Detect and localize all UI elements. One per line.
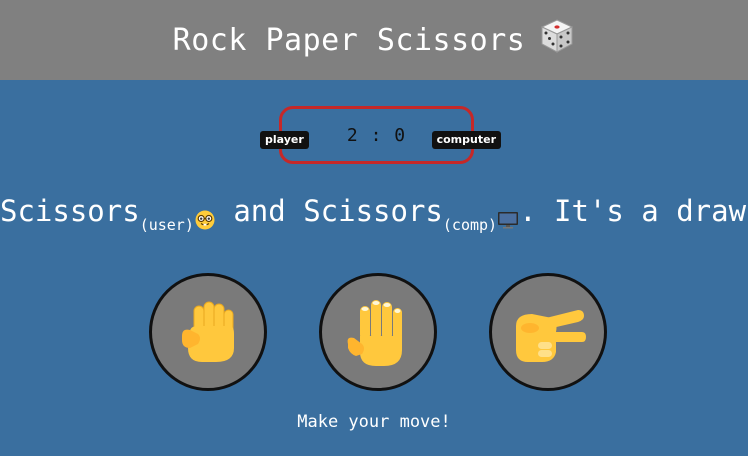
rock-button[interactable] — [149, 273, 267, 391]
nerd-face-icon — [194, 203, 216, 230]
paper-button[interactable] — [319, 273, 437, 391]
move-prompt: Make your move! — [297, 412, 451, 432]
app-title: Rock Paper Scissors — [172, 22, 526, 58]
app-header: Rock Paper Scissors — [0, 0, 748, 80]
result-message: Scissors(user) and Scissors(comp). It's … — [0, 194, 748, 234]
computer-badge: computer — [431, 131, 501, 149]
user-choice-text: Scissors — [0, 194, 140, 228]
scissors-button[interactable] — [489, 273, 607, 391]
comp-choice-text: Scissors — [303, 194, 443, 228]
user-tag: (user) — [139, 216, 194, 234]
scoreboard: player 2 : 0 computer — [260, 106, 501, 164]
comp-tag: (comp) — [442, 216, 498, 234]
connector-text: and — [233, 194, 286, 228]
dice-icon — [539, 18, 575, 54]
scissors-hand-icon — [516, 310, 586, 362]
desktop-computer-icon — [497, 203, 519, 229]
outcome-text: . It's a draw. — [519, 194, 748, 228]
fist-icon — [182, 301, 234, 362]
open-hand-icon — [347, 300, 402, 366]
